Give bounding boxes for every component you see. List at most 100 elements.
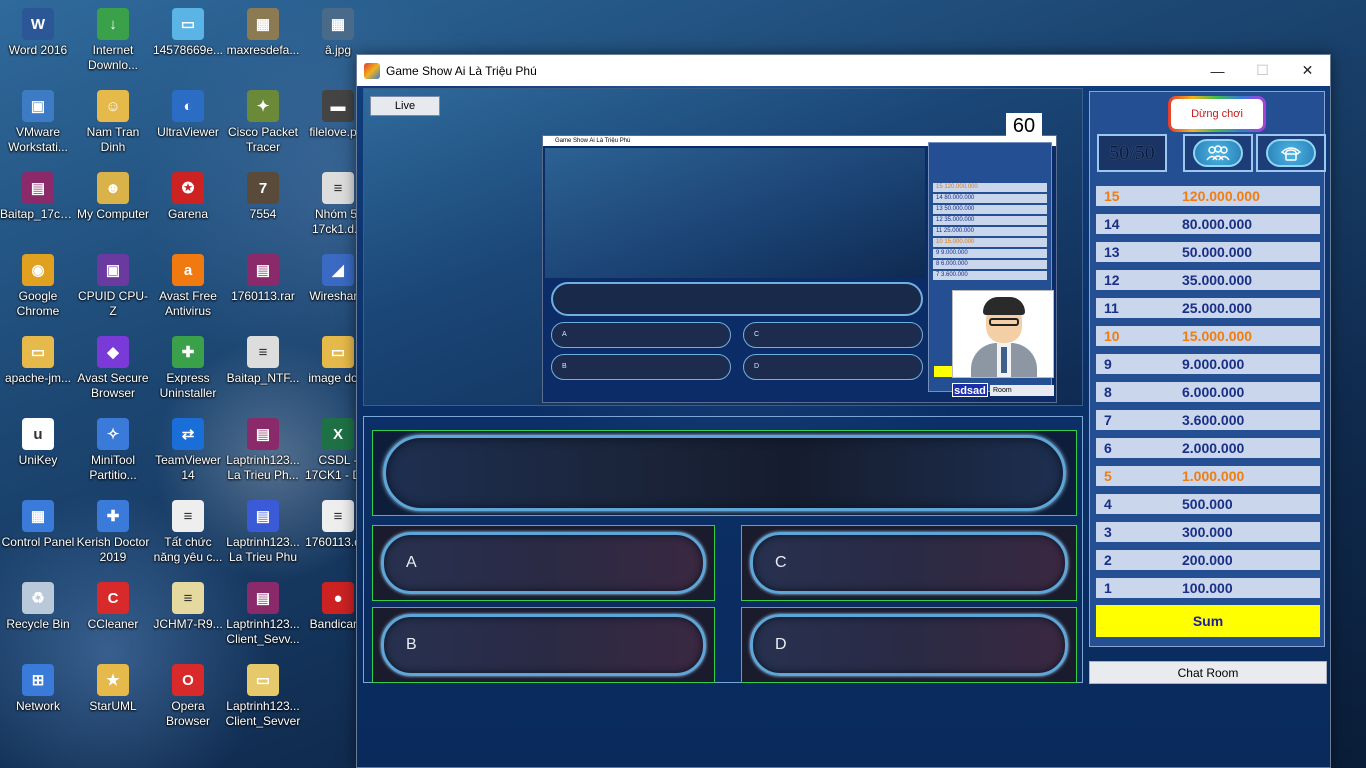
desktop-icon[interactable]: ✦ Cisco Packet Tracer bbox=[225, 90, 301, 155]
preview-lifelines bbox=[929, 143, 1051, 183]
desktop-icon[interactable]: ⇄ TeamViewer 14 bbox=[150, 418, 226, 483]
desktop-icon[interactable]: ▤ Laptrinh123... La Trieu Ph... bbox=[225, 418, 301, 483]
desktop-icon[interactable]: ≡ Tất chức năng yêu c... bbox=[150, 500, 226, 565]
preview-answer-b: B bbox=[551, 354, 731, 380]
desktop-icon[interactable]: ▭ apache-jm... bbox=[0, 336, 76, 386]
winrar-icon: ▤ bbox=[247, 418, 279, 450]
answer-a-letter: A bbox=[406, 554, 417, 571]
bandicam-icon: ● bbox=[322, 582, 354, 614]
desktop-icon[interactable]: ♻ Recycle Bin bbox=[0, 582, 76, 632]
desktop-icon[interactable]: O Opera Browser bbox=[150, 664, 226, 729]
desktop-icon[interactable]: ◉ Google Chrome bbox=[0, 254, 76, 319]
desktop-icon[interactable]: ≡ Baitap_NTF... bbox=[225, 336, 301, 386]
lifeline-5050-button[interactable]: 50/50 bbox=[1097, 134, 1167, 172]
desktop-icon[interactable]: ▭ 14578669e... bbox=[150, 8, 226, 58]
game-content: Live Game Show Ai Là Triệu Phú A B C D 1… bbox=[357, 86, 1330, 767]
desktop-icon[interactable]: ≡ JCHM7-R9... bbox=[150, 582, 226, 632]
answer-d-letter: D bbox=[775, 636, 787, 653]
desktop-icon[interactable]: ▦ maxresdefa... bbox=[225, 8, 301, 58]
desktop-icon[interactable]: C CCleaner bbox=[75, 582, 151, 632]
prize-amount: 120.000.000 bbox=[1182, 188, 1260, 204]
desktop-icon[interactable]: ↓ Internet Downlo... bbox=[75, 8, 151, 73]
close-button[interactable]: ✕ bbox=[1285, 55, 1330, 86]
minimize-button[interactable]: — bbox=[1195, 55, 1240, 86]
preview-prize-row: 15 120.000.000 bbox=[933, 183, 1047, 192]
desktop-icon-label: UltraViewer bbox=[157, 125, 219, 139]
desktop-icon[interactable]: W Word 2016 bbox=[0, 8, 76, 58]
preview-answer-a: A bbox=[551, 322, 731, 348]
desktop-icon[interactable]: ▦ â.jpg bbox=[300, 8, 376, 58]
image-icon: ▦ bbox=[322, 8, 354, 40]
answer-a-button[interactable]: A bbox=[372, 525, 715, 601]
preview-prize-row: 12 35.000.000 bbox=[933, 216, 1047, 225]
desktop-icon[interactable]: ▤ Laptrinh123... La Trieu Phu bbox=[225, 500, 301, 565]
answer-a-shape: A bbox=[381, 532, 706, 594]
prize-level: 12 bbox=[1104, 272, 1120, 288]
user-folder-icon: ☺ bbox=[97, 90, 129, 122]
desktop-icon[interactable]: ☺ Nam Tran Dinh bbox=[75, 90, 151, 155]
desktop-icon[interactable]: a Avast Free Antivirus bbox=[150, 254, 226, 319]
excel-icon: X bbox=[322, 418, 354, 450]
preview-answer-c: C bbox=[743, 322, 923, 348]
desktop-icon[interactable]: ▤ Baitap_17ck... bbox=[0, 172, 76, 222]
answer-b-button[interactable]: B bbox=[372, 607, 715, 683]
desktop-icon[interactable]: ✚ Kerish Doctor 2019 bbox=[75, 500, 151, 565]
app-icon bbox=[364, 62, 380, 79]
answer-d-shape: D bbox=[750, 614, 1068, 676]
chrome-icon: ◉ bbox=[22, 254, 54, 286]
desktop-icon[interactable]: ⊞ Network bbox=[0, 664, 76, 714]
live-button[interactable]: Live bbox=[370, 96, 440, 116]
answer-d-button[interactable]: D bbox=[741, 607, 1077, 683]
desktop-icon-label: Cisco Packet Tracer bbox=[227, 125, 299, 154]
prize-amount: 35.000.000 bbox=[1182, 272, 1253, 288]
sum-button[interactable]: Sum bbox=[1096, 605, 1320, 637]
prize-level: 9 bbox=[1104, 356, 1112, 372]
network-icon: ⊞ bbox=[22, 664, 54, 696]
desktop-icon[interactable]: ▭ Laptrinh123... Client_Sevver bbox=[225, 664, 301, 729]
desktop-icon[interactable]: ✪ Garena bbox=[150, 172, 226, 222]
quit-button[interactable]: Dừng chơi bbox=[1168, 96, 1266, 132]
prize-row-13: 13 50.000.000 bbox=[1096, 242, 1320, 262]
prize-level: 15 bbox=[1104, 188, 1120, 204]
desktop-icon-label: Kerish Doctor 2019 bbox=[76, 535, 150, 564]
avatar-hair bbox=[983, 297, 1025, 315]
desktop-icon[interactable]: ☻ My Computer bbox=[75, 172, 151, 222]
lifeline-phone-button[interactable] bbox=[1256, 134, 1326, 172]
desktop-icon[interactable]: ▣ VMware Workstati... bbox=[0, 90, 76, 155]
desktop-icon-label: Express Uninstaller bbox=[159, 371, 217, 400]
wireshark-icon: ◢ bbox=[322, 254, 354, 286]
teamviewer-icon: ⇄ bbox=[172, 418, 204, 450]
desktop-icon[interactable]: ◆ Avast Secure Browser bbox=[75, 336, 151, 401]
prize-level: 6 bbox=[1104, 440, 1112, 456]
maximize-button[interactable]: ☐ bbox=[1240, 55, 1285, 86]
window-titlebar[interactable]: Game Show Ai Là Triệu Phú — ☐ ✕ bbox=[357, 55, 1330, 86]
folder-icon: ▭ bbox=[22, 336, 54, 368]
desktop-icon[interactable]: 7 7554 bbox=[225, 172, 301, 222]
unikey-icon: u bbox=[22, 418, 54, 450]
desktop-icon[interactable]: ▤ Laptrinh123... Client_Sevv... bbox=[225, 582, 301, 647]
preview-prize-list: 15 120.000.000 14 80.000.000 13 50.000.000… bbox=[929, 183, 1051, 280]
vmware-icon: ▣ bbox=[22, 90, 54, 122]
desktop-icon[interactable]: ▦ Control Panel bbox=[0, 500, 76, 550]
prize-row-11: 11 25.000.000 bbox=[1096, 298, 1320, 318]
desktop-icon[interactable]: ✧ MiniTool Partitio... bbox=[75, 418, 151, 483]
prize-amount: 500.000 bbox=[1182, 496, 1233, 512]
answer-c-button[interactable]: C bbox=[741, 525, 1077, 601]
avast-browser-icon: ◆ bbox=[97, 336, 129, 368]
desktop-icon-label: My Computer bbox=[76, 207, 150, 221]
prize-amount: 9.000.000 bbox=[1182, 356, 1245, 372]
desktop-icon[interactable]: u UniKey bbox=[0, 418, 76, 468]
desktop-icon-label: apache-jm... bbox=[4, 371, 72, 385]
lifeline-audience-button[interactable] bbox=[1183, 134, 1253, 172]
folder-icon: ▭ bbox=[322, 336, 354, 368]
ccleaner-icon: C bbox=[97, 582, 129, 614]
chat-room-button[interactable]: Chat Room bbox=[1089, 661, 1327, 684]
recycle-bin-icon: ♻ bbox=[22, 582, 54, 614]
desktop-icon[interactable]: ◐ UltraViewer bbox=[150, 90, 226, 140]
desktop-icon[interactable]: ▣ CPUID CPU-Z bbox=[75, 254, 151, 319]
desktop-icon[interactable]: ▤ 1760113.rar bbox=[225, 254, 301, 304]
desktop-icon[interactable]: ★ StarUML bbox=[75, 664, 151, 714]
image-icon: ▦ bbox=[247, 8, 279, 40]
desktop-icon[interactable]: ✚ Express Uninstaller bbox=[150, 336, 226, 401]
player-name-label: sdsad bbox=[952, 383, 988, 397]
